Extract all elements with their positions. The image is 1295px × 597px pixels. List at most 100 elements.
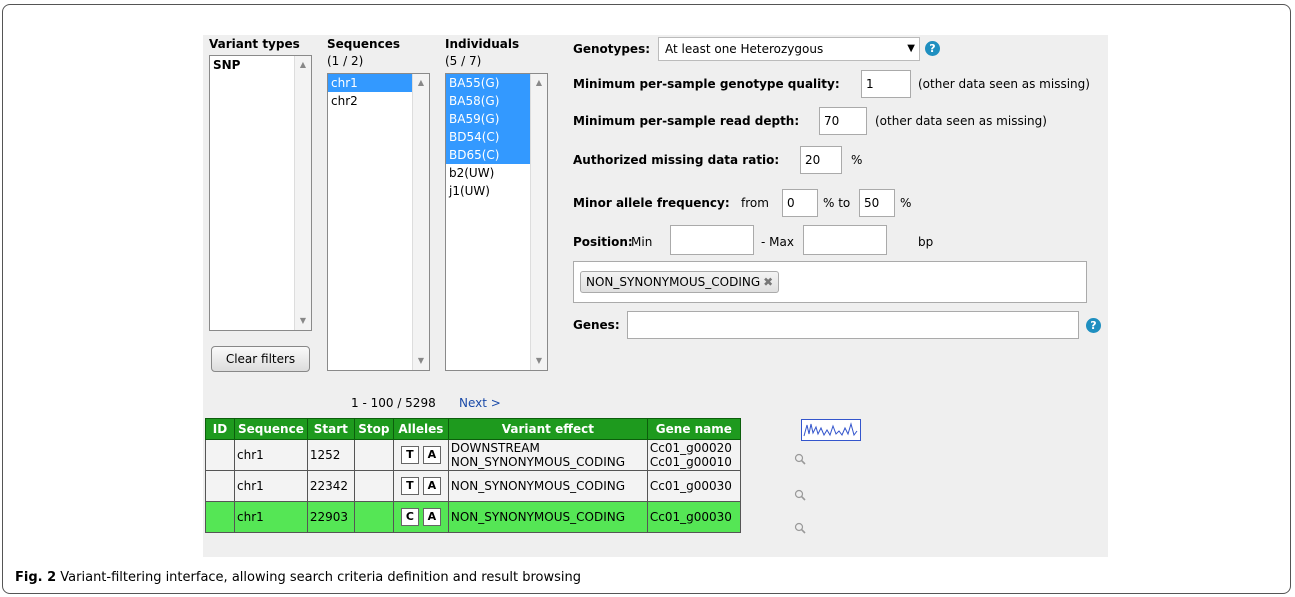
scroll-down-icon[interactable]: ▼ (295, 314, 311, 328)
table-row[interactable]: chr1 22903 C A NON_SYNONYMOUS_CODING Cc01_g00… (205, 501, 741, 533)
missing-ratio-unit: % (851, 153, 863, 167)
sequences-list[interactable]: chr1 chr2 ▲ ▼ (327, 73, 430, 371)
remove-tag-icon[interactable]: ✖ (763, 275, 773, 289)
next-page-link[interactable]: Next > (459, 396, 501, 410)
gene-name-line: Cc01_g00030 (649, 510, 732, 524)
ref-allele: T (400, 477, 419, 495)
column-header-start[interactable]: Start (306, 418, 355, 440)
scroll-down-icon[interactable]: ▼ (413, 354, 429, 368)
cell-sequence: chr1 (234, 439, 308, 471)
cell-stop (353, 439, 394, 471)
missing-ratio-label: Authorized missing data ratio: (573, 153, 780, 167)
cell-variant-effect: NON_SYNONYMOUS_CODING (447, 470, 648, 502)
table-header-row: ID Sequence Start Stop Alleles Variant e… (205, 418, 741, 440)
min-gq-input[interactable]: 1 (861, 70, 911, 98)
maf-to-text: % to (823, 196, 851, 210)
effect-tag[interactable]: NON_SYNONYMOUS_CODING ✖ (580, 271, 780, 293)
genotypes-selected-value: At least one Heterozygous (665, 42, 824, 56)
sequences-scrollbar[interactable]: ▲ ▼ (412, 74, 429, 370)
cell-gene-name: Cc01_g00030 (646, 501, 741, 533)
gene-name-line: Cc01_g00030 (649, 479, 732, 493)
chevron-down-icon: ▼ (907, 43, 915, 54)
column-header-gene-name[interactable]: Gene name (646, 418, 741, 440)
results-table: ID Sequence Start Stop Alleles Variant e… (205, 418, 741, 533)
cell-stop (353, 501, 394, 533)
cell-variant-effect: DOWNSTREAM NON_SYNONYMOUS_CODING (447, 439, 648, 471)
min-dp-note: (other data seen as missing) (875, 114, 1047, 128)
effect-tag-label: NON_SYNONYMOUS_CODING (586, 275, 761, 289)
maf-min-input[interactable]: 0 (782, 189, 818, 217)
cell-sequence: chr1 (234, 501, 308, 533)
magnifier-icon[interactable] (794, 453, 806, 465)
help-icon[interactable]: ? (925, 41, 940, 56)
figure-frame: Variant types SNP ▲ ▼ Clear filters Sequ… (2, 4, 1291, 594)
column-header-id[interactable]: ID (205, 418, 235, 440)
variant-types-header: Variant types (209, 37, 300, 51)
ref-allele: T (400, 446, 419, 464)
table-row[interactable]: chr1 1252 T A DOWNSTREAM NON_SYNONYMOUS_CODIN… (205, 439, 741, 471)
genotypes-select[interactable]: At least one Heterozygous ▼ (658, 37, 920, 61)
scroll-down-icon[interactable]: ▼ (531, 354, 547, 368)
column-header-stop[interactable]: Stop (353, 418, 394, 440)
scroll-up-icon[interactable]: ▲ (413, 76, 429, 90)
cell-alleles: TA (392, 470, 449, 502)
cell-start: 22903 (306, 501, 355, 533)
scroll-up-icon[interactable]: ▲ (295, 58, 311, 72)
genes-label: Genes: (573, 318, 620, 332)
variant-effect-line: NON_SYNONYMOUS_CODING (450, 455, 626, 469)
figure-caption-label: Fig. 2 (15, 570, 57, 585)
cell-sequence: chr1 (234, 470, 308, 502)
genotypes-label: Genotypes: (573, 42, 651, 56)
cell-start: 1252 (306, 439, 355, 471)
genes-input[interactable] (627, 311, 1079, 339)
cell-id (205, 439, 235, 471)
individuals-scrollbar[interactable]: ▲ ▼ (530, 74, 547, 370)
position-label: Position: (573, 235, 633, 249)
column-header-variant-effect[interactable]: Variant effect (447, 418, 648, 440)
cell-id (205, 470, 235, 502)
maf-max-input[interactable]: 50 (859, 189, 895, 217)
position-max-label: - Max (761, 235, 794, 249)
table-row[interactable]: chr1 22342 T A NON_SYNONYMOUS_CODING Cc01_g00… (205, 470, 741, 502)
min-dp-input[interactable]: 70 (819, 107, 867, 135)
variant-effect-line: NON_SYNONYMOUS_CODING (450, 479, 626, 493)
magnifier-icon[interactable] (794, 489, 806, 501)
maf-label: Minor allele frequency: (573, 196, 730, 210)
gene-name-line: Cc01_g00010 (649, 455, 732, 469)
figure-caption-text: Variant-filtering interface, allowing se… (60, 570, 581, 585)
gene-name-line: Cc01_g00020 (649, 441, 732, 455)
density-chart-icon[interactable] (801, 419, 861, 441)
magnifier-icon[interactable] (794, 522, 806, 534)
alt-allele: A (422, 446, 441, 464)
figure-caption: Fig. 2 Variant-filtering interface, allo… (15, 570, 581, 585)
ref-allele: C (400, 508, 419, 526)
position-min-input[interactable] (670, 225, 754, 255)
maf-unit: % (900, 196, 912, 210)
alt-allele: A (422, 477, 441, 495)
clear-filters-button[interactable]: Clear filters (211, 346, 310, 372)
missing-ratio-input[interactable]: 20 (800, 146, 842, 174)
min-dp-label: Minimum per-sample read depth: (573, 114, 800, 128)
position-max-input[interactable] (803, 225, 887, 255)
maf-from-text: from (741, 196, 769, 210)
column-header-sequence[interactable]: Sequence (234, 418, 308, 440)
variant-effect-tag-input[interactable]: NON_SYNONYMOUS_CODING ✖ (573, 261, 1087, 303)
variant-types-scrollbar[interactable]: ▲ ▼ (294, 56, 311, 330)
variant-effect-line: NON_SYNONYMOUS_CODING (450, 510, 626, 524)
cell-gene-name: Cc01_g00030 (646, 470, 741, 502)
cell-start: 22342 (306, 470, 355, 502)
help-icon[interactable]: ? (1086, 318, 1101, 333)
position-unit: bp (918, 235, 934, 249)
scroll-up-icon[interactable]: ▲ (531, 76, 547, 90)
alt-allele: A (422, 508, 441, 526)
column-header-alleles[interactable]: Alleles (392, 418, 449, 440)
min-gq-note: (other data seen as missing) (918, 77, 1090, 91)
cell-id (205, 501, 235, 533)
individuals-list[interactable]: BA55(G) BA58(G) BA59(G) BD54(C) BD65(C) b2(UW… (445, 73, 548, 371)
cell-alleles: CA (392, 501, 449, 533)
cell-alleles: TA (392, 439, 449, 471)
variant-types-list[interactable]: SNP ▲ ▼ (209, 55, 312, 331)
individuals-header: Individuals (445, 37, 520, 51)
individuals-count: (5 / 7) (445, 54, 482, 68)
sequences-header: Sequences (327, 37, 400, 51)
